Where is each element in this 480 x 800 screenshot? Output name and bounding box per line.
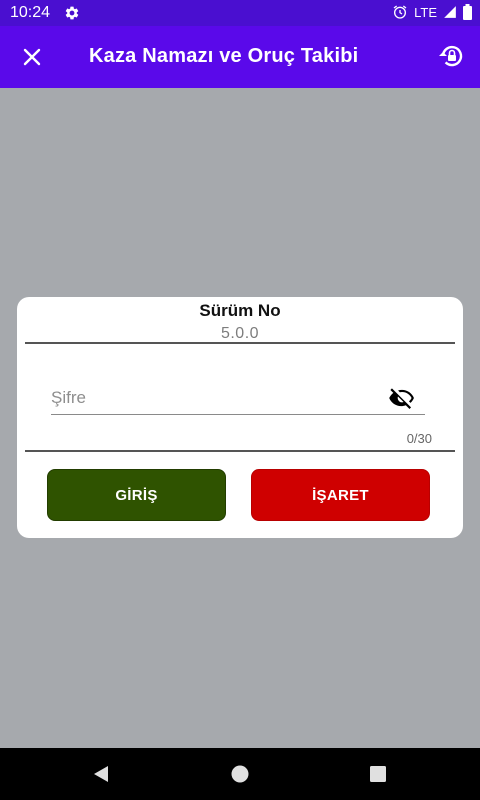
status-icons: LTE xyxy=(392,4,472,20)
eye-off-icon[interactable] xyxy=(389,385,415,411)
top-divider xyxy=(25,342,455,344)
password-underline xyxy=(51,414,425,415)
bottom-divider xyxy=(25,450,455,452)
battery-icon xyxy=(463,4,472,20)
app-title: Kaza Namazı ve Oruç Takibi xyxy=(89,45,359,67)
close-icon[interactable] xyxy=(20,45,44,69)
login-dialog: Sürüm No 5.0.0 0/30 GİRİŞ İŞARET xyxy=(17,297,463,538)
recents-icon[interactable] xyxy=(370,766,386,782)
signal-icon xyxy=(443,5,457,19)
status-time: 10:24 xyxy=(10,4,51,21)
network-type: LTE xyxy=(414,4,437,20)
version-number: 5.0.0 xyxy=(220,325,260,342)
password-input[interactable] xyxy=(51,383,381,413)
restore-lock-icon[interactable] xyxy=(438,42,466,70)
navigation-bar xyxy=(0,748,480,800)
alarm-icon xyxy=(392,4,408,20)
status-bar: 10:24 LTE xyxy=(0,0,480,26)
home-icon[interactable] xyxy=(231,765,249,783)
dialog-title: Sürüm No xyxy=(199,301,281,320)
password-field xyxy=(51,383,425,415)
mark-button[interactable]: İŞARET xyxy=(251,469,430,521)
back-icon[interactable] xyxy=(92,765,110,783)
character-counter: 0/30 xyxy=(406,431,432,446)
gear-icon xyxy=(64,5,80,21)
app-bar: Kaza Namazı ve Oruç Takibi xyxy=(0,26,480,88)
login-button[interactable]: GİRİŞ xyxy=(47,469,226,521)
